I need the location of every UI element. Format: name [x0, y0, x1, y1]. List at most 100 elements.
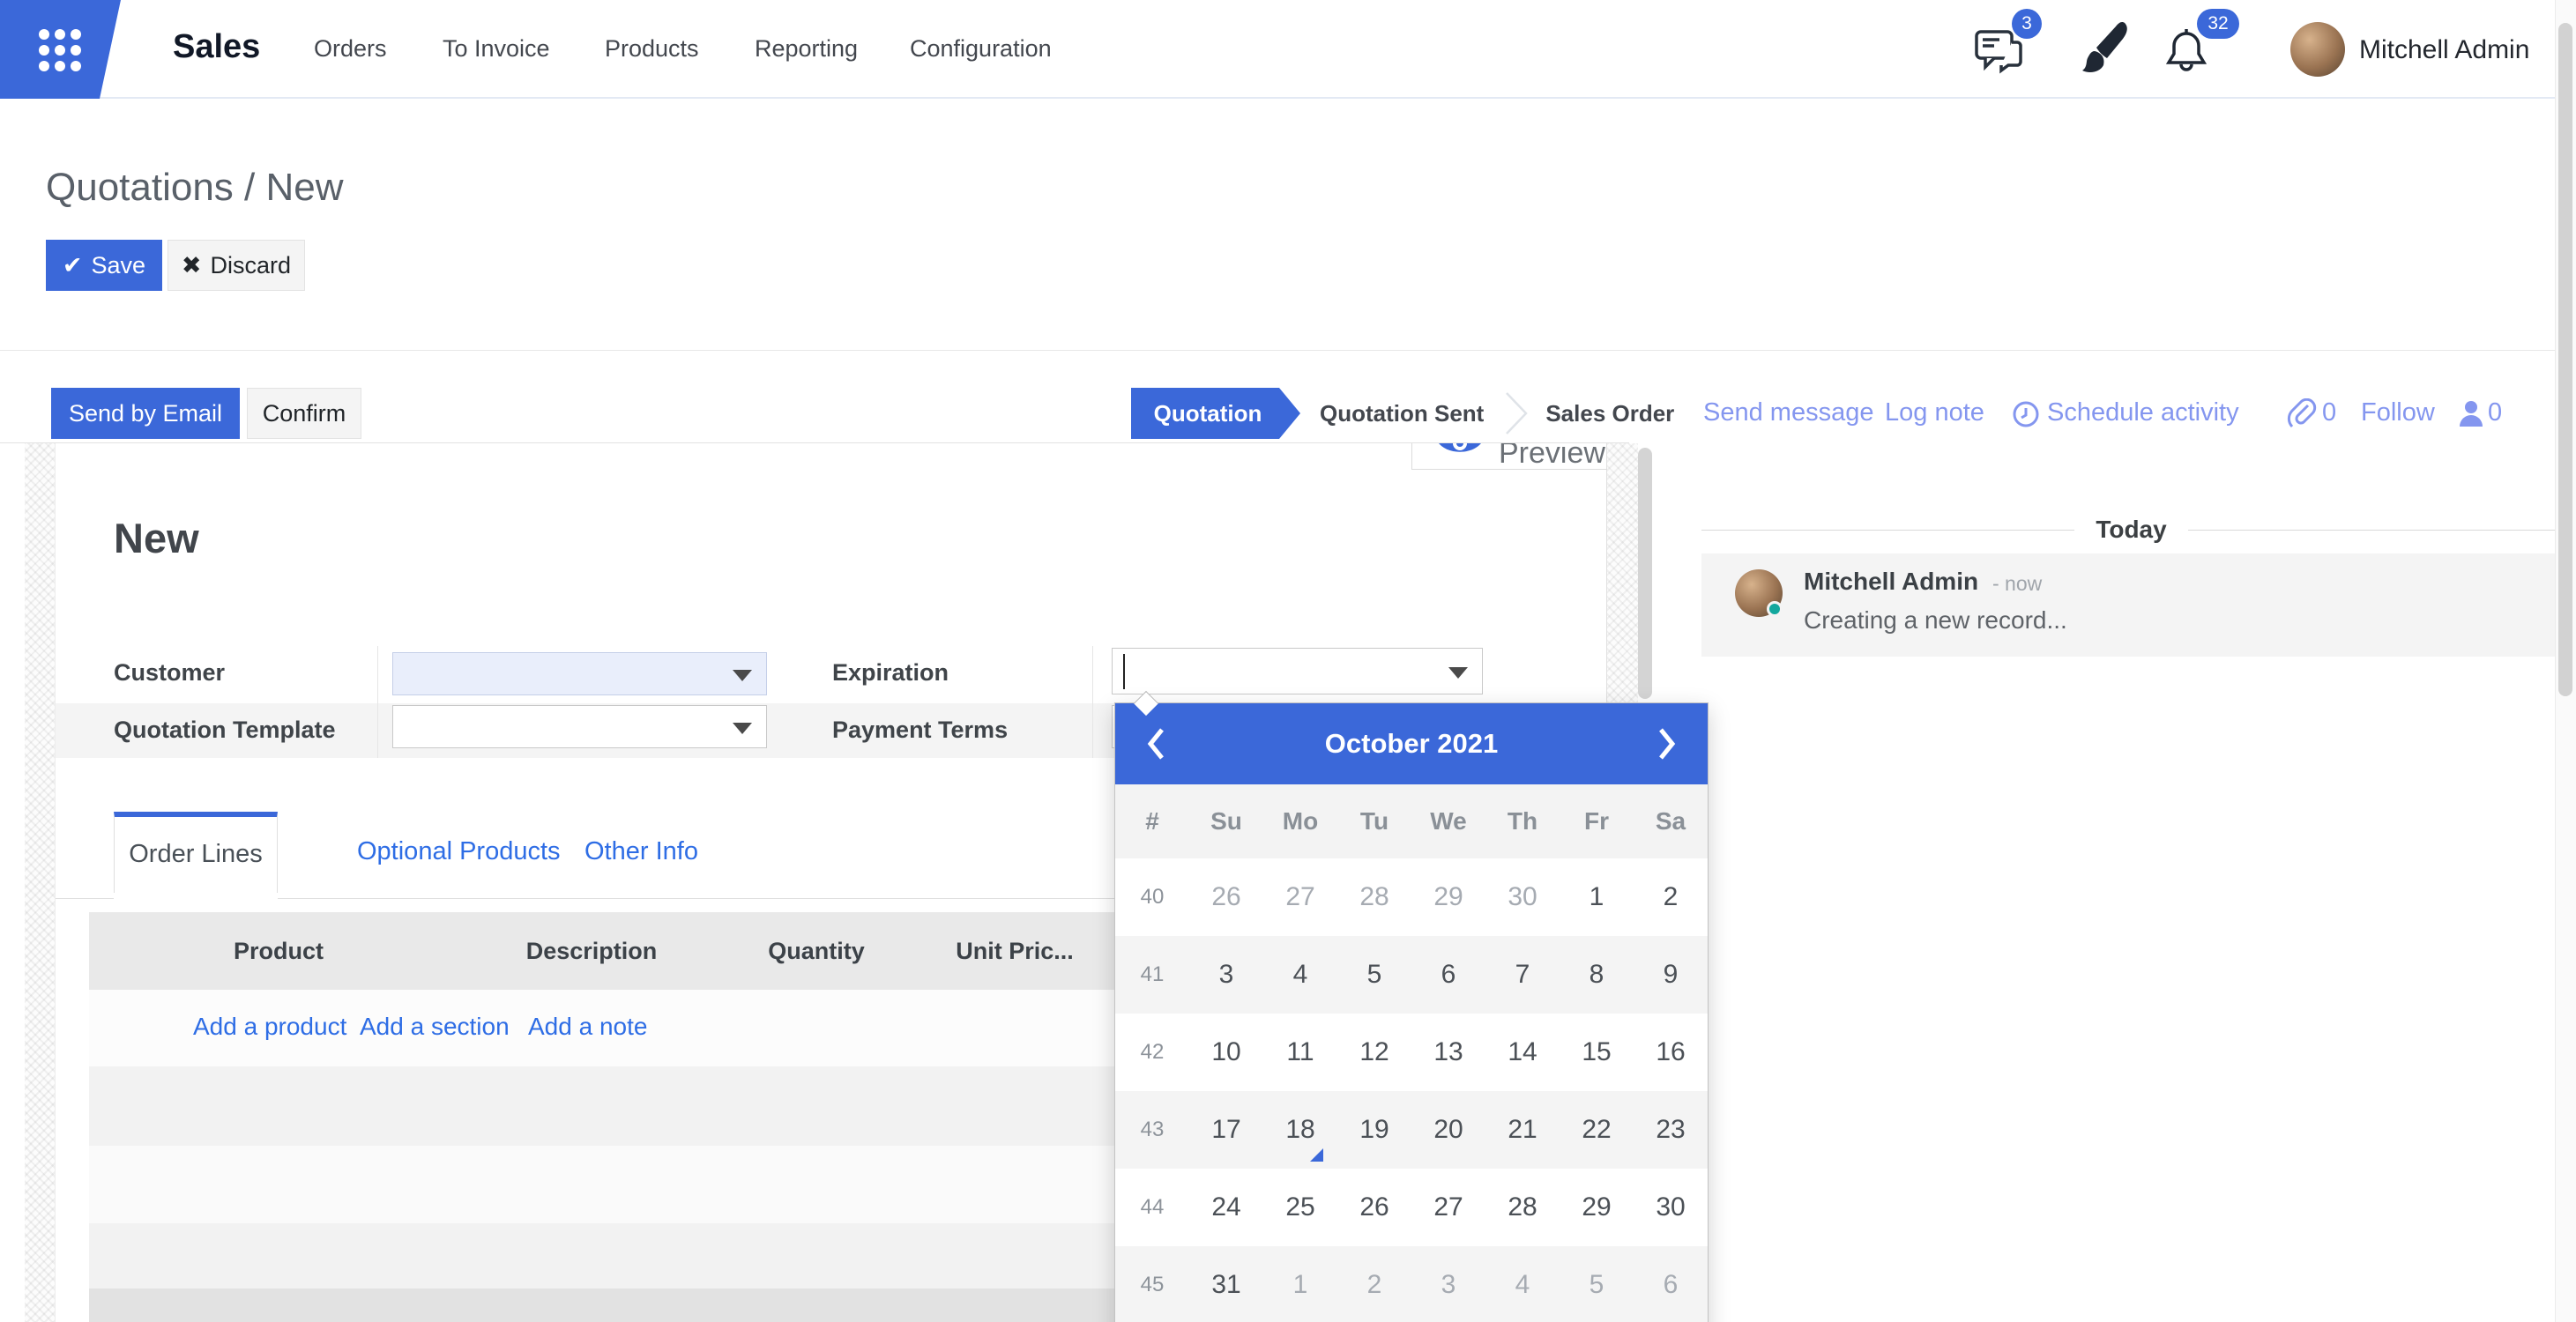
paperclip-icon[interactable] — [2287, 398, 2317, 430]
calendar-day[interactable]: 6 — [1634, 1246, 1708, 1322]
datepicker-grid: 40 262728293012 41 3456789 42 — [1115, 858, 1708, 1322]
app-name[interactable]: Sales — [173, 28, 260, 66]
theme-brush-icon[interactable] — [2077, 19, 2133, 78]
tab-order-lines[interactable]: Order Lines — [114, 812, 278, 893]
column-quantity[interactable]: Quantity — [741, 912, 891, 990]
status-quotation[interactable]: Quotation — [1131, 388, 1300, 439]
calendar-day[interactable]: 13 — [1411, 1014, 1485, 1091]
save-button[interactable]: ✔Save — [46, 240, 162, 291]
attachments-count[interactable]: 0 — [2322, 398, 2336, 427]
calendar-day[interactable]: 16 — [1634, 1014, 1708, 1091]
discard-button[interactable]: ✖Discard — [168, 240, 305, 291]
calendar-day[interactable]: 26 — [1189, 858, 1263, 936]
expiration-date-input[interactable] — [1112, 648, 1483, 694]
calendar-day[interactable]: 3 — [1189, 936, 1263, 1014]
user-name[interactable]: Mitchell Admin — [2359, 35, 2529, 65]
calendar-day[interactable]: 24 — [1189, 1169, 1263, 1246]
calendar-day[interactable]: 14 — [1485, 1014, 1560, 1091]
apps-grid-icon[interactable] — [0, 0, 123, 99]
followers-person-icon[interactable] — [2456, 398, 2486, 428]
send-by-email-button[interactable]: Send by Email — [51, 388, 240, 439]
column-product[interactable]: Product — [195, 912, 362, 990]
calendar-day[interactable]: 15 — [1560, 1014, 1634, 1091]
calendar-day[interactable]: 11 — [1263, 1014, 1337, 1091]
clock-icon[interactable] — [2012, 400, 2040, 428]
calendar-day[interactable]: 30 — [1485, 858, 1560, 936]
calendar-day[interactable]: 21 — [1485, 1091, 1560, 1169]
week-number: 42 — [1115, 1014, 1189, 1091]
chevron-right-icon — [1503, 388, 1530, 439]
quotation-template-input[interactable] — [392, 705, 767, 748]
followers-count[interactable]: 0 — [2488, 398, 2502, 427]
send-message-link[interactable]: Send message — [1703, 398, 1873, 427]
nav-item-reporting[interactable]: Reporting — [755, 35, 858, 63]
breadcrumb[interactable]: Quotations / New — [46, 166, 344, 210]
tab-other-info[interactable]: Other Info — [584, 812, 698, 888]
calendar-day[interactable]: 4 — [1263, 936, 1337, 1014]
message-avatar[interactable] — [1735, 569, 1783, 617]
nav-item-orders[interactable]: Orders — [314, 35, 387, 63]
calendar-day[interactable]: 23 — [1634, 1091, 1708, 1169]
chatter-scrollbar[interactable] — [2558, 23, 2572, 696]
tab-optional-products[interactable]: Optional Products — [357, 812, 561, 888]
calendar-day[interactable]: 1 — [1560, 858, 1634, 936]
nav-item-to-invoice[interactable]: To Invoice — [443, 35, 550, 63]
add-note-link[interactable]: Add a note — [528, 1013, 647, 1041]
weekday-label: Th — [1485, 784, 1560, 858]
calendar-day[interactable]: 10 — [1189, 1014, 1263, 1091]
group-separator — [1092, 646, 1093, 758]
add-product-link[interactable]: Add a product — [193, 1013, 346, 1041]
nav-item-configuration[interactable]: Configuration — [910, 35, 1052, 63]
calendar-day[interactable]: 27 — [1411, 1169, 1485, 1246]
status-sales-order[interactable]: Sales Order — [1545, 388, 1674, 439]
calendar-day[interactable]: 2 — [1634, 858, 1708, 936]
preview-button[interactable]: Preview — [1411, 443, 1607, 470]
calendar-day[interactable]: 6 — [1411, 936, 1485, 1014]
calendar-day[interactable]: 3 — [1411, 1246, 1485, 1322]
calendar-day[interactable]: 1 — [1263, 1246, 1337, 1322]
weekday-label: Su — [1189, 784, 1263, 858]
add-section-link[interactable]: Add a section — [360, 1013, 510, 1041]
calendar-day[interactable]: 4 — [1485, 1246, 1560, 1322]
message-author[interactable]: Mitchell Admin — [1804, 568, 1978, 596]
weekday-label: Fr — [1560, 784, 1634, 858]
calendar-day[interactable]: 29 — [1560, 1169, 1634, 1246]
calendar-day[interactable]: 9 — [1634, 936, 1708, 1014]
column-unit-price[interactable]: Unit Pric... — [927, 912, 1103, 990]
calendar-day[interactable]: 8 — [1560, 936, 1634, 1014]
calendar-day[interactable]: 30 — [1634, 1169, 1708, 1246]
column-description[interactable]: Description — [495, 912, 689, 990]
calendar-day[interactable]: 5 — [1337, 936, 1411, 1014]
calendar-day[interactable]: 31 — [1189, 1246, 1263, 1322]
calendar-day[interactable]: 29 — [1411, 858, 1485, 936]
follow-link[interactable]: Follow — [2361, 398, 2435, 427]
confirm-button[interactable]: Confirm — [247, 388, 361, 439]
status-quotation-sent[interactable]: Quotation Sent — [1320, 388, 1484, 439]
calendar-day[interactable]: 7 — [1485, 936, 1560, 1014]
calendar-day[interactable]: 28 — [1485, 1169, 1560, 1246]
caret-down-icon — [733, 670, 752, 681]
next-month-icon[interactable] — [1657, 726, 1678, 761]
notifications-badge[interactable]: 32 — [2197, 9, 2239, 39]
calendar-day[interactable]: 27 — [1263, 858, 1337, 936]
calendar-day[interactable]: 19 — [1337, 1091, 1411, 1169]
calendar-day[interactable]: 17 — [1189, 1091, 1263, 1169]
calendar-day[interactable]: 28 — [1337, 858, 1411, 936]
schedule-activity-link[interactable]: Schedule activity — [2047, 398, 2239, 427]
customer-input[interactable] — [392, 652, 767, 695]
calendar-day[interactable]: 12 — [1337, 1014, 1411, 1091]
nav-item-products[interactable]: Products — [605, 35, 699, 63]
calendar-day[interactable]: 20 — [1411, 1091, 1485, 1169]
log-note-link[interactable]: Log note — [1885, 398, 1984, 427]
calendar-day[interactable]: 26 — [1337, 1169, 1411, 1246]
calendar-day[interactable]: 25 — [1263, 1169, 1337, 1246]
calendar-day[interactable]: 18 — [1263, 1091, 1337, 1169]
calendar-day[interactable]: 2 — [1337, 1246, 1411, 1322]
messages-badge[interactable]: 3 — [2012, 9, 2042, 39]
calendar-week-row: 41 3456789 — [1115, 936, 1708, 1014]
calendar-day[interactable]: 22 — [1560, 1091, 1634, 1169]
main-scrollbar[interactable] — [1638, 448, 1652, 699]
datepicker-month-title[interactable]: October 2021 — [1115, 703, 1708, 784]
calendar-day[interactable]: 5 — [1560, 1246, 1634, 1322]
user-avatar[interactable] — [2290, 22, 2345, 77]
